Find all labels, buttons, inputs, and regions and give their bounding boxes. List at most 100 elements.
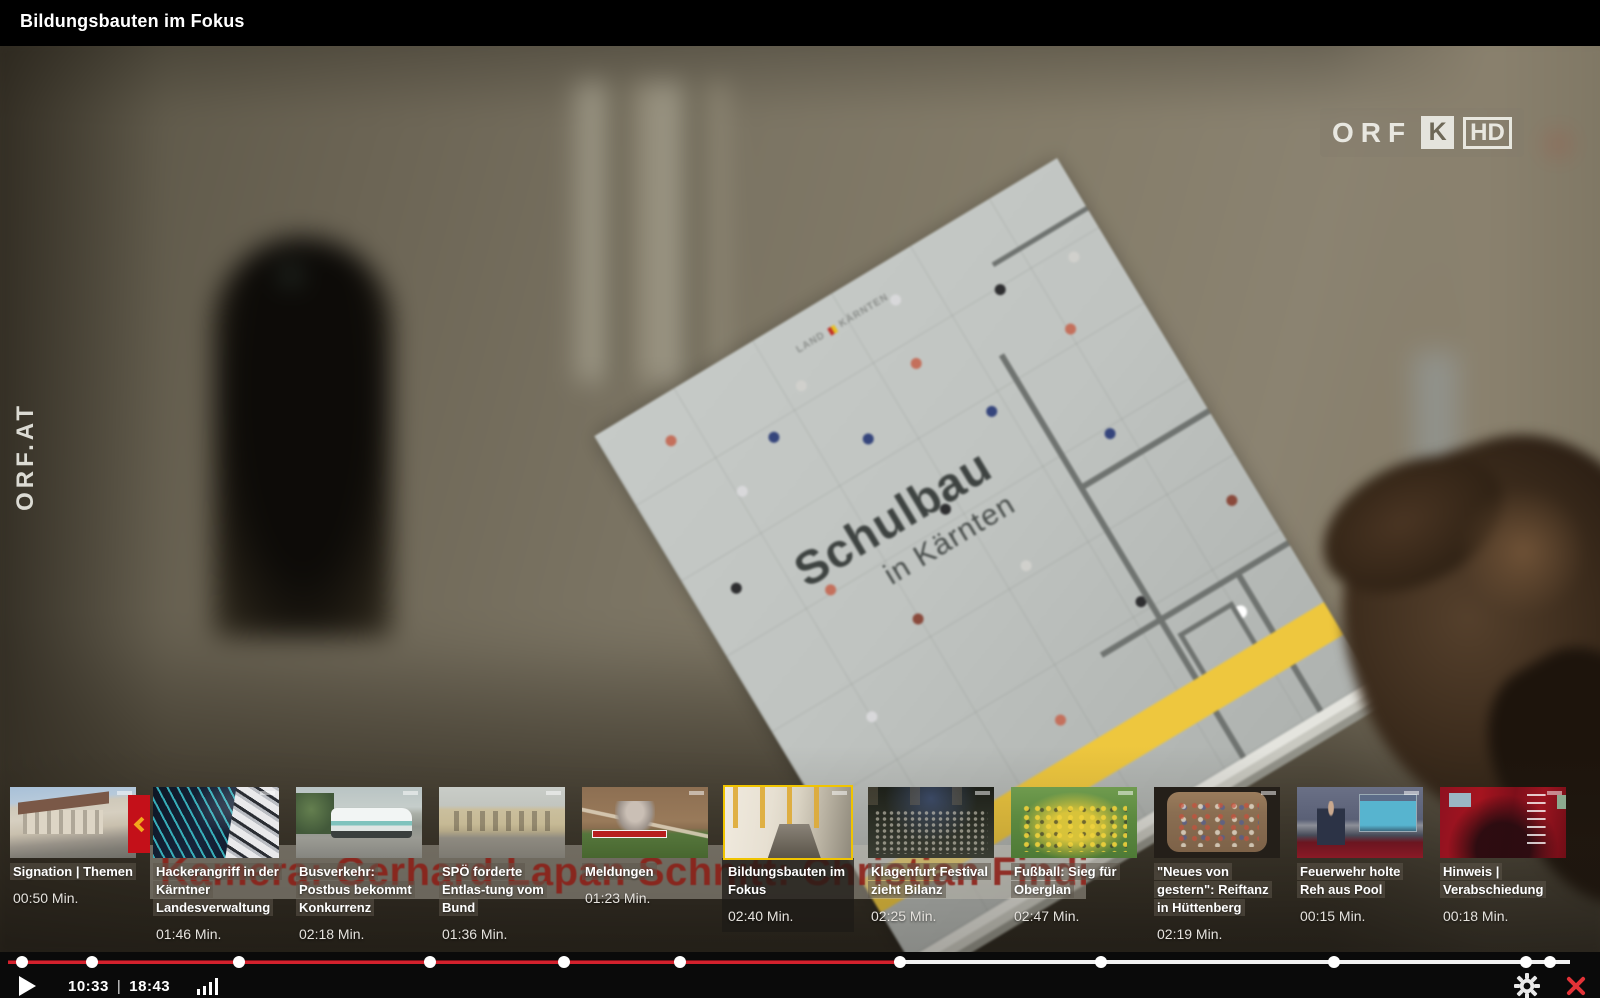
kaernten-emblem-icon bbox=[827, 324, 838, 335]
thumbnail-watermark bbox=[689, 791, 704, 795]
thumbnail-art bbox=[582, 787, 708, 858]
title-bar: Bildungsbauten im Fokus bbox=[0, 0, 1600, 46]
playlist-item-duration: 00:15 Min. bbox=[1297, 908, 1423, 924]
playlist-item-title: Hinweis | Verabschiedung bbox=[1440, 863, 1546, 898]
playlist-item-duration: 00:18 Min. bbox=[1440, 908, 1566, 924]
playlist-item-label: Feuerwehr holte Reh aus Pool 00:15 Min. bbox=[1294, 858, 1426, 932]
channel-logo: ORF K HD bbox=[1320, 108, 1524, 157]
playlist-item-label: Hackerangriff in der Kärntner Landesverw… bbox=[150, 858, 282, 950]
playlist-item-thumbnail[interactable] bbox=[725, 787, 851, 858]
close-button[interactable] bbox=[1563, 974, 1587, 998]
playlist-item-duration: 01:23 Min. bbox=[582, 890, 708, 906]
hd-badge: HD bbox=[1463, 117, 1512, 149]
playlist-item-thumbnail[interactable] bbox=[153, 787, 279, 858]
chapter-mark-dot bbox=[86, 956, 98, 968]
playlist-item-thumbnail[interactable] bbox=[1011, 787, 1137, 858]
playlist-item-thumbnail[interactable] bbox=[296, 787, 422, 858]
orf-at-watermark: ORF.AT bbox=[12, 402, 40, 511]
playlist-item[interactable]: "Neues von gestern": Reiftanz in Hüttenb… bbox=[1154, 787, 1280, 950]
playlist-carousel: Signation | Themen 00:50 Min. Hackerangr… bbox=[10, 787, 1566, 950]
thumbnail-watermark bbox=[1261, 791, 1276, 795]
playlist-item-duration: 02:47 Min. bbox=[1011, 908, 1137, 924]
thumbnail-art bbox=[1297, 787, 1423, 858]
playlist-item[interactable]: Hackerangriff in der Kärntner Landesverw… bbox=[153, 787, 279, 950]
playlist-item-title: Fußball: Sieg für Oberglan bbox=[1011, 863, 1120, 898]
settings-button[interactable] bbox=[1514, 973, 1540, 998]
play-button[interactable] bbox=[19, 976, 36, 996]
playlist-item-thumbnail[interactable] bbox=[1154, 787, 1280, 858]
chapter-mark-dot bbox=[1544, 956, 1556, 968]
player-controls: 10:33 | 18:43 bbox=[0, 952, 1600, 998]
thumbnail-watermark bbox=[1404, 791, 1419, 795]
gear-icon bbox=[1514, 973, 1540, 998]
chapter-mark-dot bbox=[16, 956, 28, 968]
playlist-item-thumbnail[interactable] bbox=[439, 787, 565, 858]
carousel-scroll-left-button[interactable] bbox=[128, 795, 150, 853]
playlist-item[interactable]: Fußball: Sieg für Oberglan 02:47 Min. bbox=[1011, 787, 1137, 950]
playlist-item-duration: 02:25 Min. bbox=[868, 908, 994, 924]
playlist-item-duration: 02:19 Min. bbox=[1154, 926, 1280, 942]
chapter-mark-dot bbox=[1520, 956, 1532, 968]
total-time: 18:43 bbox=[129, 978, 170, 995]
thumbnail-art bbox=[296, 787, 422, 858]
progress-played bbox=[8, 960, 900, 964]
playlist-item[interactable]: Feuerwehr holte Reh aus Pool 00:15 Min. bbox=[1297, 787, 1423, 950]
playlist-item-title: Signation | Themen bbox=[10, 863, 136, 880]
playlist-item-title: Busverkehr: Postbus bekommt Konkurrenz bbox=[296, 863, 415, 916]
playlist-item-label: Signation | Themen 00:50 Min. bbox=[7, 858, 139, 914]
hallway-columns bbox=[576, 82, 726, 382]
playlist-item-label: Klagenfurt Festival zieht Bilanz 02:25 M… bbox=[865, 858, 997, 932]
playlist-item[interactable]: Hinweis | Verabschiedung 00:18 Min. bbox=[1440, 787, 1566, 950]
thumbnail-art bbox=[10, 787, 136, 858]
playlist-item[interactable]: SPÖ forderte Entlas-tung vom Bund 01:36 … bbox=[439, 787, 565, 950]
alarm-light bbox=[1552, 138, 1564, 150]
playlist-item[interactable]: Klagenfurt Festival zieht Bilanz 02:25 M… bbox=[868, 787, 994, 950]
playlist-item-title: Meldungen bbox=[582, 863, 657, 880]
playlist-item-thumbnail[interactable] bbox=[582, 787, 708, 858]
playlist-item[interactable]: Busverkehr: Postbus bekommt Konkurrenz 0… bbox=[296, 787, 422, 950]
playlist-item-thumbnail[interactable] bbox=[868, 787, 994, 858]
chapter-mark-dot bbox=[558, 956, 570, 968]
thumbnail-watermark bbox=[546, 791, 561, 795]
volume-button[interactable] bbox=[197, 978, 223, 995]
playlist-item[interactable]: Bildungsbauten im Fokus 02:40 Min. bbox=[725, 787, 851, 950]
thumbnail-art bbox=[868, 787, 994, 858]
chevron-left-icon bbox=[133, 816, 149, 832]
thumbnail-art bbox=[153, 787, 279, 858]
exit-light bbox=[286, 270, 296, 280]
video-frame[interactable]: LAND KÄRNTEN Schulbau in Kärnten bbox=[0, 46, 1600, 952]
thumbnail-art bbox=[1011, 787, 1137, 858]
progress-bar[interactable] bbox=[8, 960, 1570, 964]
thumbnail-art bbox=[725, 787, 851, 858]
chapter-mark-dot bbox=[894, 956, 906, 968]
chapter-mark-dot bbox=[1328, 956, 1340, 968]
chapter-mark-dot bbox=[233, 956, 245, 968]
thumbnail-watermark bbox=[1547, 791, 1562, 795]
time-separator: | bbox=[117, 978, 121, 995]
playlist-item-duration: 02:40 Min. bbox=[725, 908, 851, 924]
playlist-item-thumbnail[interactable] bbox=[1440, 787, 1566, 858]
playlist-item-title: Klagenfurt Festival zieht Bilanz bbox=[868, 863, 991, 898]
thumbnail-art bbox=[439, 787, 565, 858]
current-time: 10:33 bbox=[68, 978, 109, 995]
page-title: Bildungsbauten im Fokus bbox=[20, 11, 245, 32]
orf-logo-text: ORF bbox=[1332, 117, 1412, 149]
playlist-item-label: Busverkehr: Postbus bekommt Konkurrenz 0… bbox=[293, 858, 425, 950]
playlist-item-title: Hackerangriff in der Kärntner Landesverw… bbox=[153, 863, 282, 916]
playlist-item-duration: 00:50 Min. bbox=[10, 890, 136, 906]
playlist-item-duration: 01:36 Min. bbox=[439, 926, 565, 942]
time-display: 10:33 | 18:43 bbox=[68, 978, 170, 995]
playlist-item[interactable]: Signation | Themen 00:50 Min. bbox=[10, 787, 136, 950]
playlist-item-duration: 02:18 Min. bbox=[296, 926, 422, 942]
background-highlight bbox=[1414, 352, 1458, 502]
orf-k-badge: K bbox=[1421, 116, 1454, 149]
playlist-item[interactable]: Meldungen 01:23 Min. bbox=[582, 787, 708, 950]
playlist-item-thumbnail[interactable] bbox=[10, 787, 136, 858]
playlist-item-thumbnail[interactable] bbox=[1297, 787, 1423, 858]
thumbnail-watermark bbox=[832, 791, 847, 795]
hallway-doorway bbox=[214, 237, 392, 637]
volume-bars-icon bbox=[197, 989, 200, 995]
playlist-item-label: Bildungsbauten im Fokus 02:40 Min. bbox=[722, 858, 854, 932]
thumbnail-watermark bbox=[403, 791, 418, 795]
playlist-item-label: "Neues von gestern": Reiftanz in Hüttenb… bbox=[1151, 858, 1283, 950]
